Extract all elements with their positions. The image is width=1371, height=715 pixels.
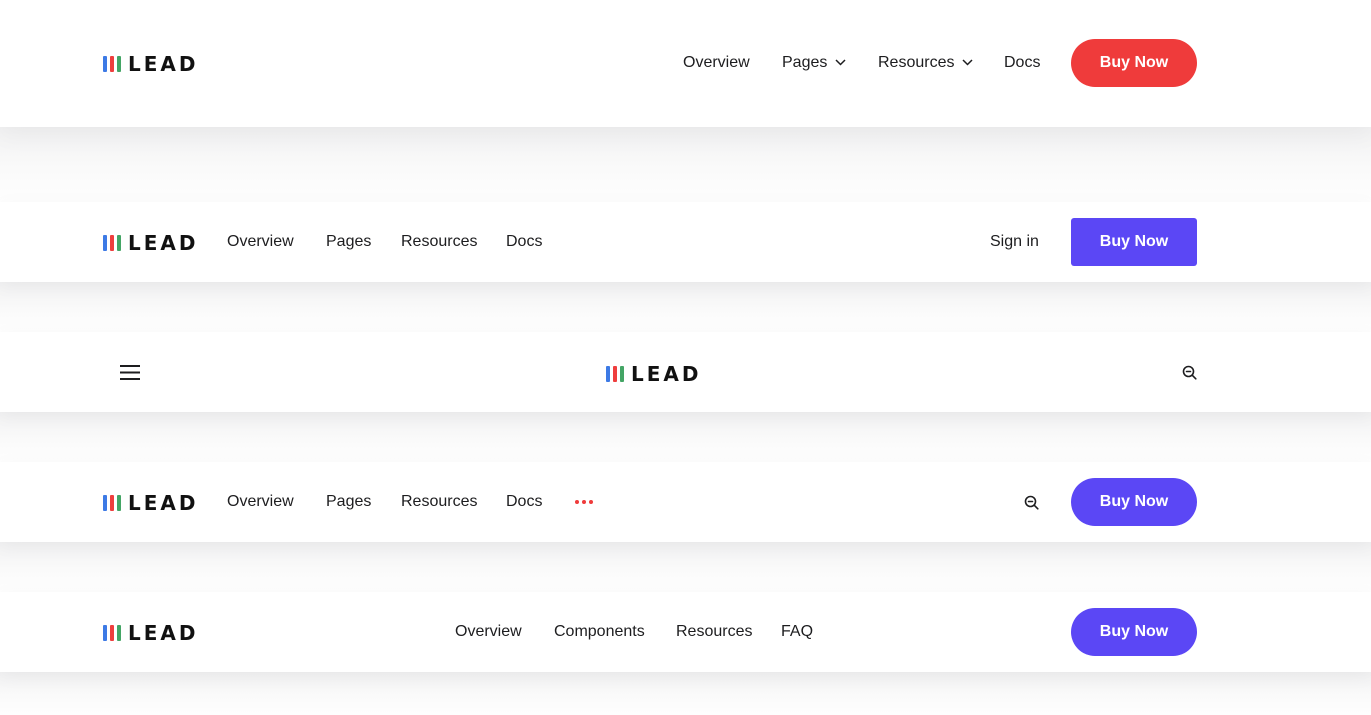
navbar-1: LEAD Overview Pages Resources Docs Buy N… [0,0,1371,127]
navbar-2: LEAD Overview Pages Resources Docs Sign … [0,202,1371,282]
section-gap [0,282,1371,332]
buy-now-button[interactable]: Buy Now [1071,218,1197,266]
nav-link-overview[interactable]: Overview [227,492,294,512]
logo-text: LEAD [128,52,199,76]
logo-mark [103,235,121,251]
chevron-down-icon [962,59,974,66]
logo-mark [103,495,121,511]
brand-logo[interactable]: LEAD [103,493,199,513]
more-dots-icon[interactable] [575,500,593,504]
nav-link-resources[interactable]: Resources [676,622,752,642]
nav-link-overview[interactable]: Overview [227,232,294,252]
logo-text: LEAD [128,231,199,255]
search-icon[interactable] [1182,365,1197,380]
nav-link-docs[interactable]: Docs [506,492,542,512]
nav-link-label: Pages [782,54,828,71]
sign-in-link[interactable]: Sign in [990,232,1039,252]
brand-logo[interactable]: LEAD [606,364,702,384]
hamburger-menu-icon[interactable] [120,365,140,380]
nav-link-pages[interactable]: Pages [326,232,371,252]
nav-link-pages[interactable]: Pages [326,492,371,512]
brand-logo[interactable]: LEAD [103,233,199,253]
navbar-3: LEAD [0,332,1371,412]
section-gap [0,672,1371,715]
section-gap [0,127,1371,202]
brand-logo[interactable]: LEAD [103,54,199,74]
nav-link-resources[interactable]: Resources [401,492,477,512]
logo-text: LEAD [631,362,702,386]
search-icon[interactable] [1024,495,1039,510]
buy-now-button[interactable]: Buy Now [1071,39,1197,87]
section-gap [0,542,1371,592]
navbar-4: LEAD Overview Pages Resources Docs Buy N… [0,462,1371,542]
navbar-5: LEAD Overview Components Resources FAQ B… [0,592,1371,672]
nav-link-overview[interactable]: Overview [683,53,750,73]
nav-dropdown-pages[interactable]: Pages [782,53,846,73]
nav-link-resources[interactable]: Resources [401,232,477,252]
buy-now-button[interactable]: Buy Now [1071,608,1197,656]
nav-link-faq[interactable]: FAQ [781,622,813,642]
buy-now-button[interactable]: Buy Now [1071,478,1197,526]
nav-link-overview[interactable]: Overview [455,622,522,642]
logo-mark [103,56,121,72]
nav-dropdown-resources[interactable]: Resources [878,53,974,73]
section-gap [0,412,1371,462]
nav-link-components[interactable]: Components [554,622,645,642]
chevron-down-icon [835,59,846,66]
logo-text: LEAD [128,621,199,645]
nav-link-label: Resources [878,54,955,71]
brand-logo[interactable]: LEAD [103,623,199,643]
nav-link-docs[interactable]: Docs [1004,53,1040,73]
logo-mark [103,625,121,641]
logo-mark [606,366,624,382]
logo-text: LEAD [128,491,199,515]
nav-link-docs[interactable]: Docs [506,232,542,252]
